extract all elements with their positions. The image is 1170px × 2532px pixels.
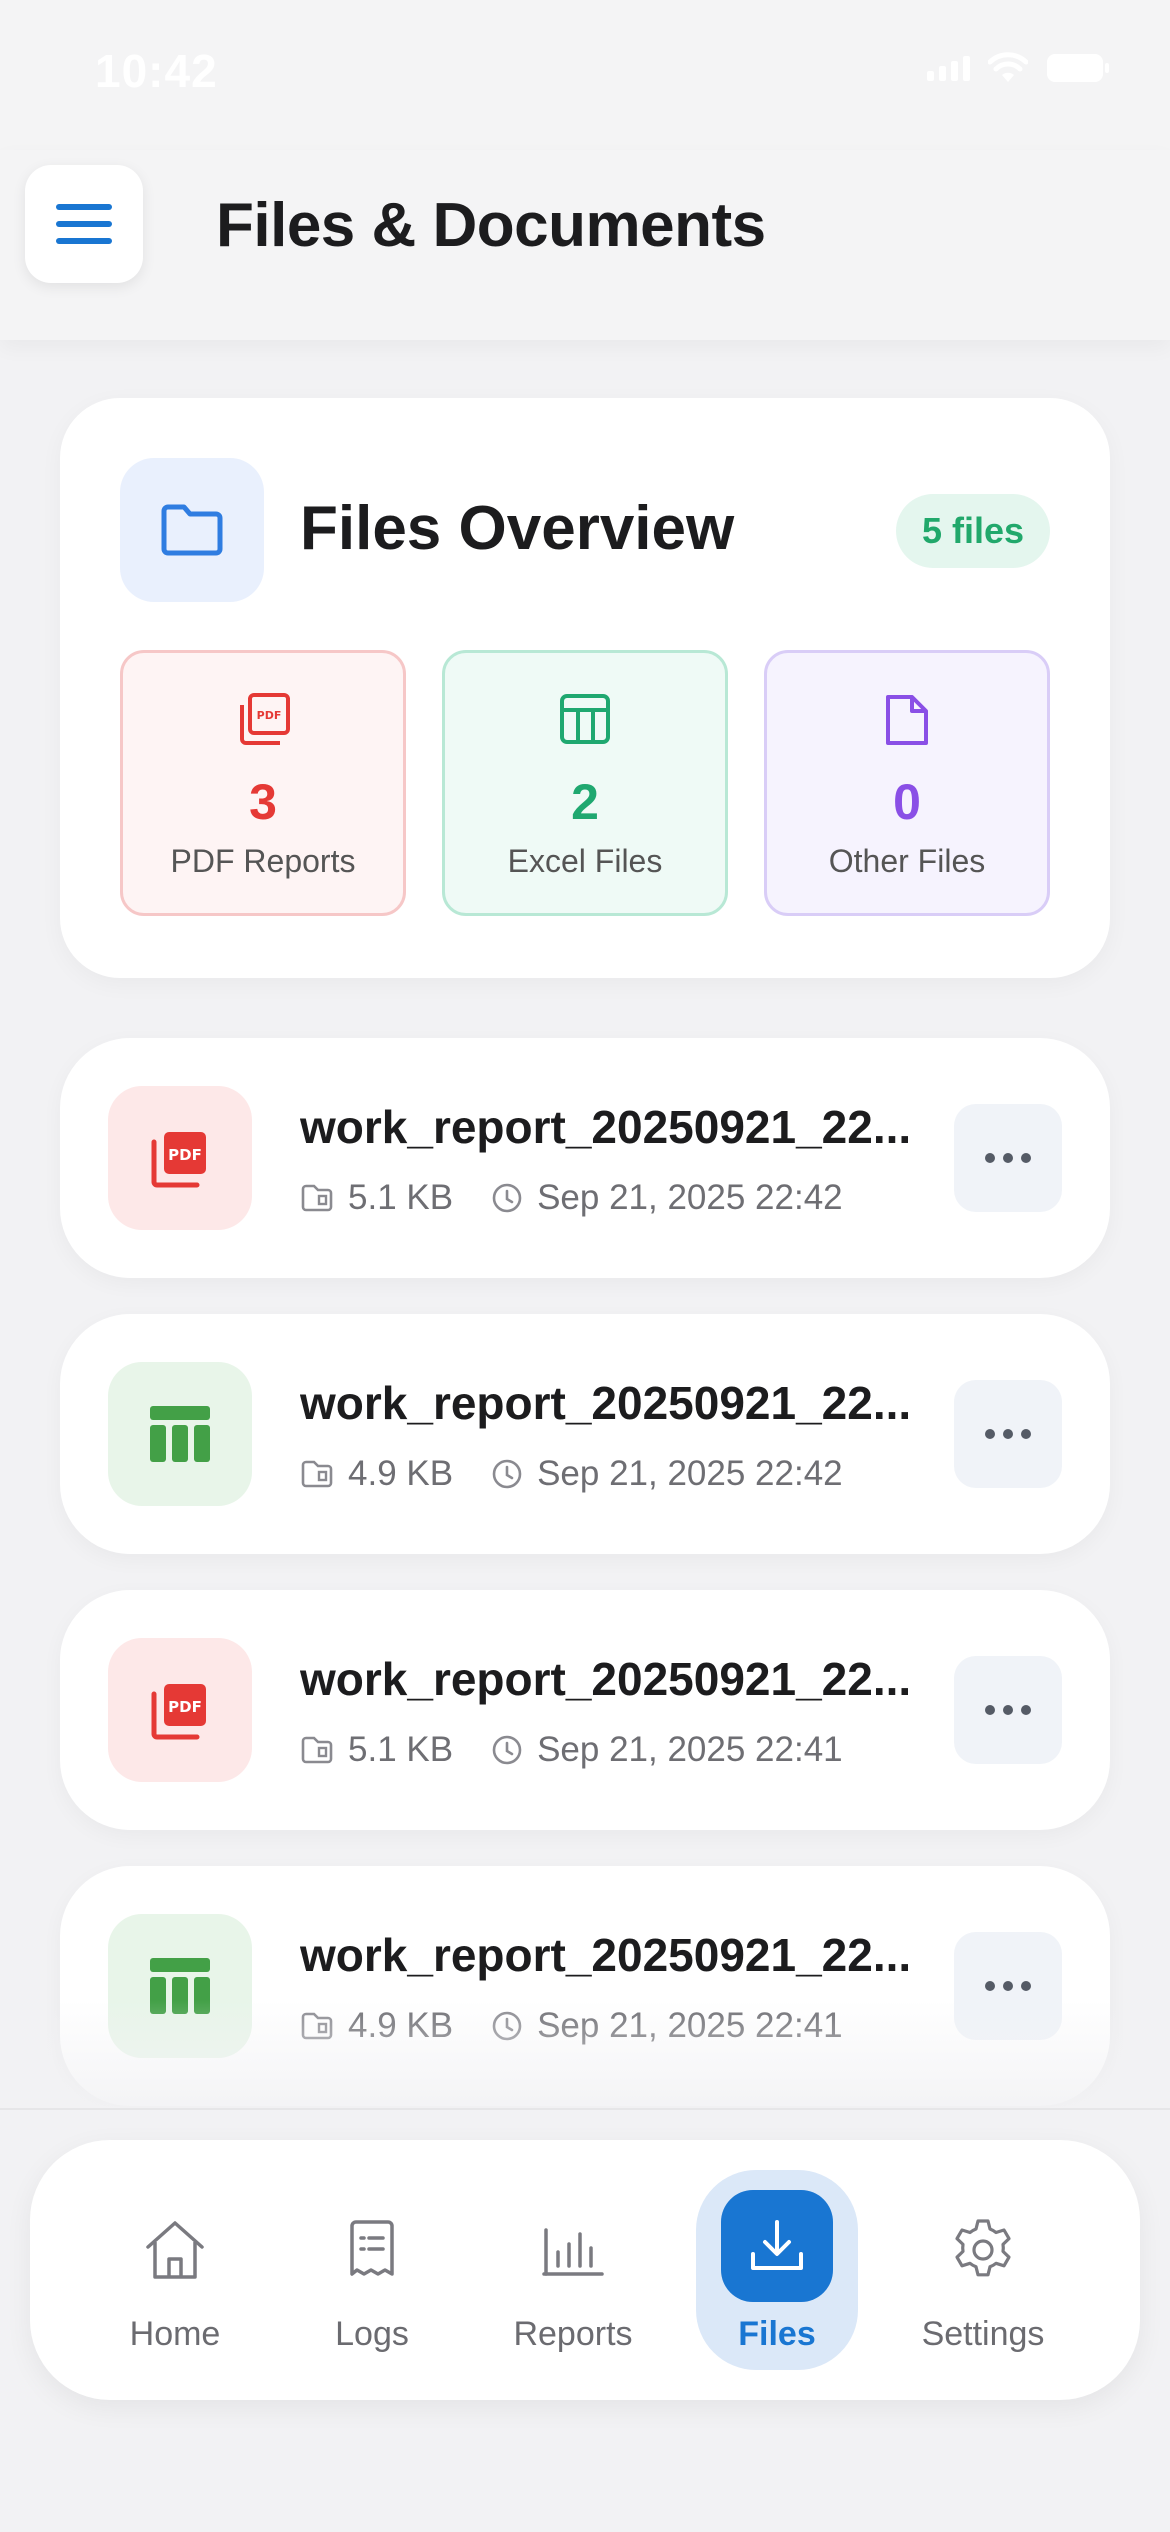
nav-label: Reports [513,2315,633,2353]
pdf-icon: PDF [236,693,290,752]
nav-item-reports[interactable]: Reports [488,2170,658,2370]
svg-text:PDF: PDF [257,709,282,722]
pdf-file-icon: PDF [108,1086,252,1230]
more-dot [1003,1705,1013,1715]
folder-icon [161,504,223,556]
nav-label: Logs [335,2315,409,2353]
excel-file-icon [108,1914,252,2058]
svg-text:PDF: PDF [168,1146,202,1164]
file-count-badge: 5 files [895,494,1050,568]
more-dot [985,1429,995,1439]
overview-title: Files Overview [300,494,735,563]
status-time: 10:42 [95,45,218,97]
file-meta: 4.9 KB Sep 21, 2025 22:41 [300,2006,843,2046]
page-title: Files & Documents [216,191,766,260]
file-date: Sep 21, 2025 22:41 [537,2006,843,2045]
stat-count: 2 [571,774,599,830]
svg-text:PDF: PDF [168,1698,202,1716]
stat-excel-files[interactable]: 2 Excel Files [442,650,728,916]
document-icon [884,693,930,752]
more-options-button[interactable] [954,1656,1062,1764]
signal-icon [927,55,970,81]
more-dot [1003,1981,1013,1991]
status-bar: 10:42 [0,0,1170,150]
nav-item-home[interactable]: Home [90,2170,260,2370]
file-size: 5.1 KB [348,1178,454,1217]
file-size-icon [300,1735,334,1765]
clock-icon [491,2010,523,2042]
nav-item-files[interactable]: Files [696,2170,858,2370]
more-dot [1021,1981,1031,1991]
file-name: work_report_20250921_22... [300,1929,912,1981]
more-options-button[interactable] [954,1932,1062,2040]
nav-label: Files [738,2315,816,2353]
file-meta: 4.9 KB Sep 21, 2025 22:42 [300,1454,843,1494]
bottom-nav: Home Logs Reports Files Settings [30,2140,1140,2400]
file-size-icon [300,1183,334,1213]
clock-icon [491,1182,523,1214]
file-name: work_report_20250921_22... [300,1377,912,1429]
pdf-file-icon: PDF [108,1638,252,1782]
file-row[interactable]: work_report_20250921_22... 4.9 KB Sep 21… [60,1866,1110,2106]
home-icon [130,2205,220,2295]
file-row[interactable]: work_report_20250921_22... 4.9 KB Sep 21… [60,1314,1110,1554]
more-dot [985,1153,995,1163]
stat-label: Other Files [828,843,986,879]
file-size-icon [300,2011,334,2041]
menu-button[interactable] [25,165,143,283]
more-dot [1021,1153,1031,1163]
app-header: Files & Documents [0,150,1170,340]
file-row[interactable]: PDF work_report_20250921_22... 5.1 KB Se… [60,1038,1110,1278]
file-row[interactable]: PDF work_report_20250921_22... 5.1 KB Se… [60,1590,1110,1830]
file-name: work_report_20250921_22... [300,1653,912,1705]
file-size: 5.1 KB [348,1730,454,1769]
file-size-icon [300,1459,334,1489]
wifi-icon [988,52,1028,84]
hamburger-menu-icon [56,204,112,244]
download-icon [721,2190,833,2302]
excel-file-icon [108,1362,252,1506]
files-overview-card: Files Overview 5 files PDF 3 PDF Reports [60,398,1110,978]
file-date: Sep 21, 2025 22:42 [537,1454,843,1493]
battery-icon [1046,53,1110,83]
file-size: 4.9 KB [348,1454,454,1493]
more-dot [985,1981,995,1991]
folder-icon-box [120,458,264,602]
file-name: work_report_20250921_22... [300,1101,912,1153]
more-dot [985,1705,995,1715]
file-meta: 5.1 KB Sep 21, 2025 22:42 [300,1178,843,1218]
stat-label: PDF Reports [170,843,356,879]
stat-pdf-reports[interactable]: PDF 3 PDF Reports [120,650,406,916]
clock-icon [491,1734,523,1766]
gear-icon [938,2205,1028,2295]
more-options-button[interactable] [954,1380,1062,1488]
stat-label: Excel Files [507,843,663,879]
nav-label: Settings [921,2315,1045,2353]
more-dot [1003,1429,1013,1439]
logs-icon [327,2205,417,2295]
nav-label: Home [129,2315,221,2353]
clock-icon [491,1458,523,1490]
status-icons [927,52,1110,84]
stat-count: 3 [249,774,277,830]
file-date: Sep 21, 2025 22:41 [537,1730,843,1769]
more-dot [1021,1705,1031,1715]
more-dot [1003,1153,1013,1163]
files-screen: 10:42 Files & Documents Files Overview 5… [0,0,1170,2532]
stat-count: 0 [893,774,921,830]
file-meta: 5.1 KB Sep 21, 2025 22:41 [300,1730,843,1770]
more-dot [1021,1429,1031,1439]
nav-item-logs[interactable]: Logs [287,2170,457,2370]
more-options-button[interactable] [954,1104,1062,1212]
bottom-nav-area: Home Logs Reports Files Settings [0,2108,1170,2532]
table-icon [559,693,611,750]
nav-item-settings[interactable]: Settings [898,2170,1068,2370]
file-date: Sep 21, 2025 22:42 [537,1178,843,1217]
file-size: 4.9 KB [348,2006,454,2045]
stat-other-files[interactable]: 0 Other Files [764,650,1050,916]
reports-icon [528,2205,618,2295]
